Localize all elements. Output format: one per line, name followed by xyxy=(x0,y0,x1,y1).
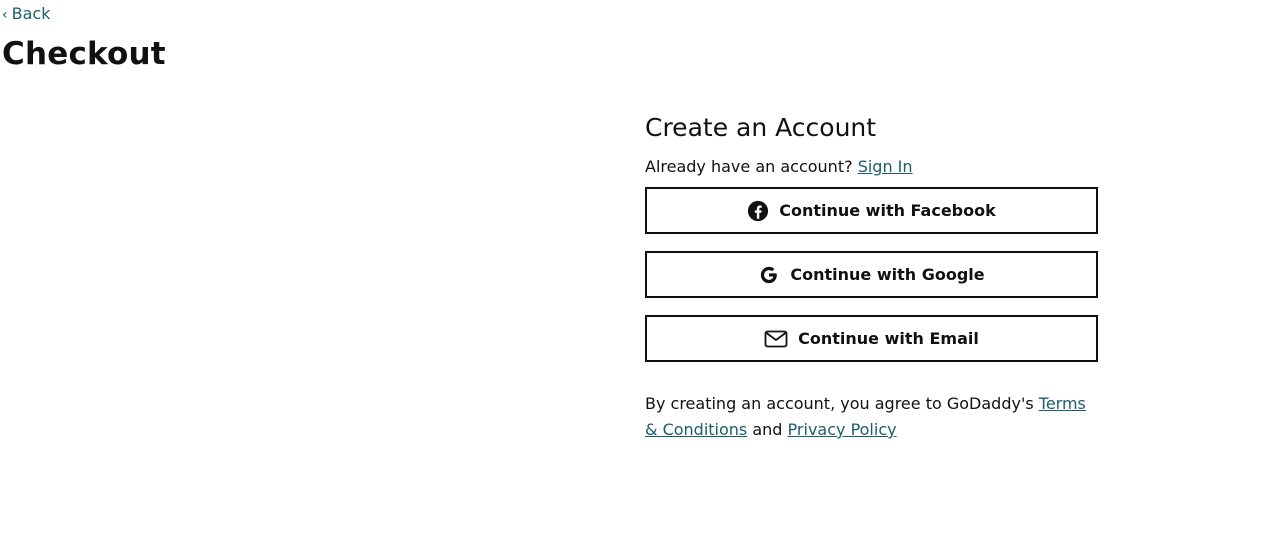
legal-conjunction: and xyxy=(752,420,783,439)
google-icon xyxy=(758,264,780,286)
facebook-icon xyxy=(747,200,769,222)
signin-row: Already have an account? Sign In xyxy=(645,156,1098,178)
continue-with-facebook-button[interactable]: Continue with Facebook xyxy=(645,187,1098,234)
create-account-panel: Create an Account Already have an accoun… xyxy=(645,112,1098,443)
google-button-label: Continue with Google xyxy=(790,265,985,284)
page-title: Checkout xyxy=(2,36,166,72)
facebook-button-label: Continue with Facebook xyxy=(779,201,996,220)
create-account-heading: Create an Account xyxy=(645,113,877,142)
mail-icon xyxy=(764,329,788,349)
legal-prefix: By creating an account, you agree to GoD… xyxy=(645,394,1034,413)
chevron-left-icon: ‹ xyxy=(2,6,8,23)
checkout-page: ‹ Back Checkout Create an Account Alread… xyxy=(0,0,1262,555)
back-link[interactable]: ‹ Back xyxy=(2,4,50,23)
legal-notice: By creating an account, you agree to GoD… xyxy=(645,391,1098,443)
sign-in-link[interactable]: Sign In xyxy=(858,157,913,176)
continue-with-google-button[interactable]: Continue with Google xyxy=(645,251,1098,298)
privacy-policy-link[interactable]: Privacy Policy xyxy=(788,420,897,439)
signin-prompt: Already have an account? xyxy=(645,157,853,176)
continue-with-email-button[interactable]: Continue with Email xyxy=(645,315,1098,362)
email-button-label: Continue with Email xyxy=(798,329,979,348)
back-label: Back xyxy=(11,4,51,23)
